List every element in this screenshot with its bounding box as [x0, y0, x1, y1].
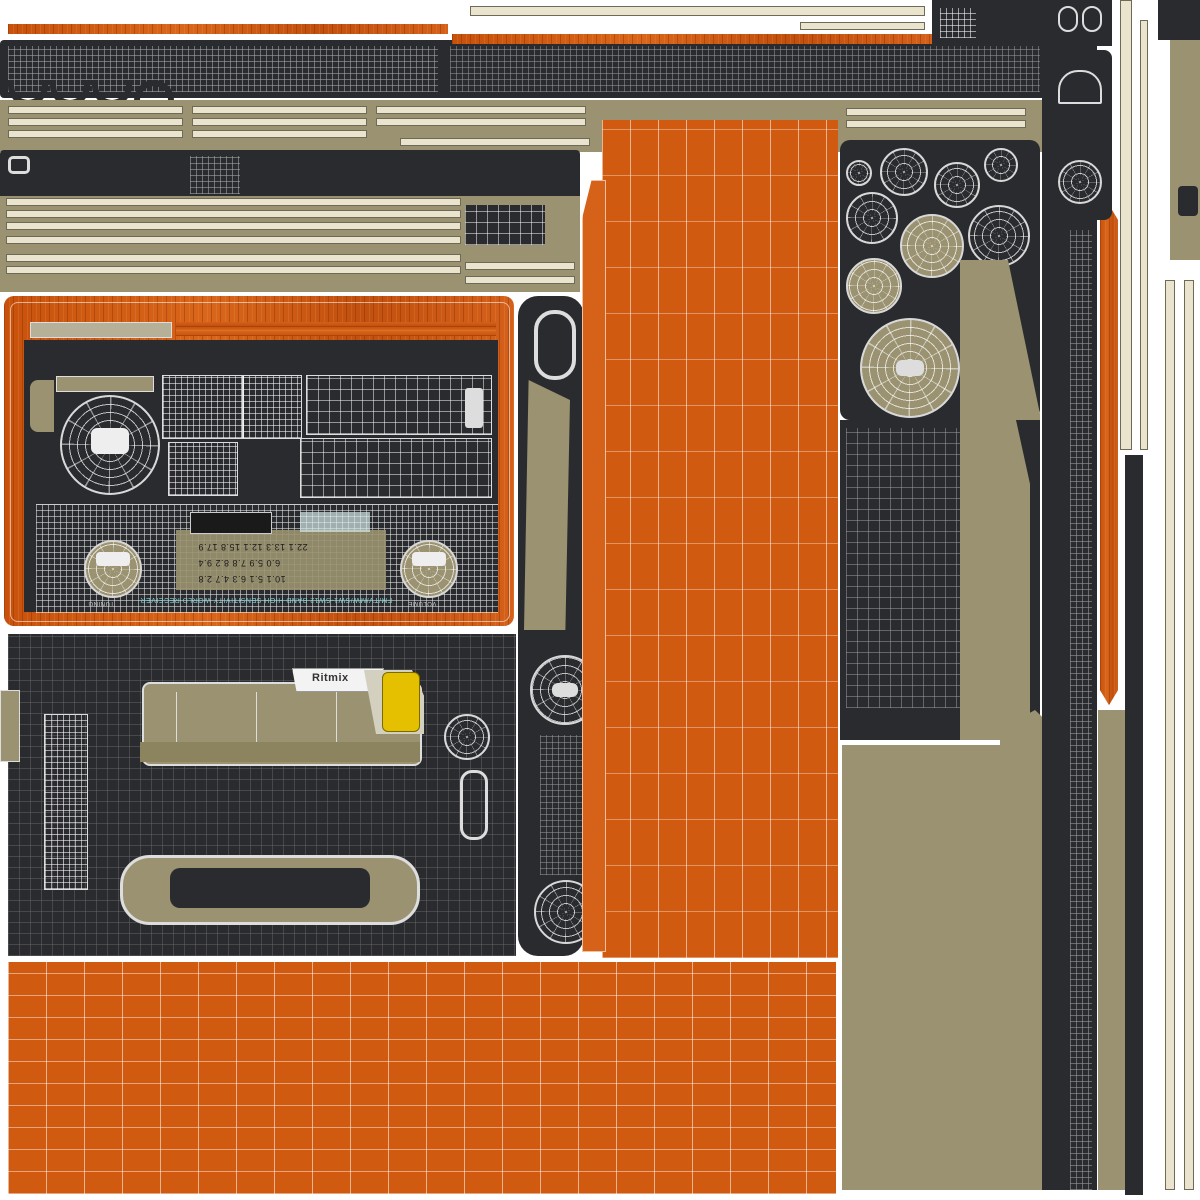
freq-row-3: 22.1 13.3 12.1 15.8 17.9: [198, 542, 308, 552]
light-strip-top-1: [470, 6, 925, 16]
wood-panel-bottom: [8, 962, 836, 1194]
light-strip-top-2: [800, 22, 925, 30]
tuning-label: TUNING: [88, 600, 114, 606]
grid-block-1: [162, 375, 244, 439]
back-speaker-icon: [444, 714, 490, 760]
knob-icon: [900, 214, 964, 278]
wood-strip-top-1: [8, 24, 448, 34]
freq-row-2: 6.0 5.9 7.8 8.2 9.4: [198, 558, 281, 568]
wood-panel-center: [602, 120, 838, 958]
volume-knob-icon[interactable]: [400, 540, 458, 598]
dark-row-2: [0, 150, 580, 200]
yellow-button-icon[interactable]: [382, 672, 420, 732]
freq-row-1: 10.1 5.1 6.3 4.7 2.8: [198, 574, 286, 584]
wood-strip-right-2: [1100, 205, 1118, 705]
volume-label: VOLUME: [408, 600, 437, 606]
tuning-knob-icon[interactable]: [84, 540, 142, 598]
receiver-title: FM/TV/MW/SW1-SW12 BAND HIGH SENSITIVITY …: [140, 596, 393, 603]
wood-strip-top-2: [452, 34, 932, 44]
brand-label: Ritmix: [312, 672, 349, 684]
